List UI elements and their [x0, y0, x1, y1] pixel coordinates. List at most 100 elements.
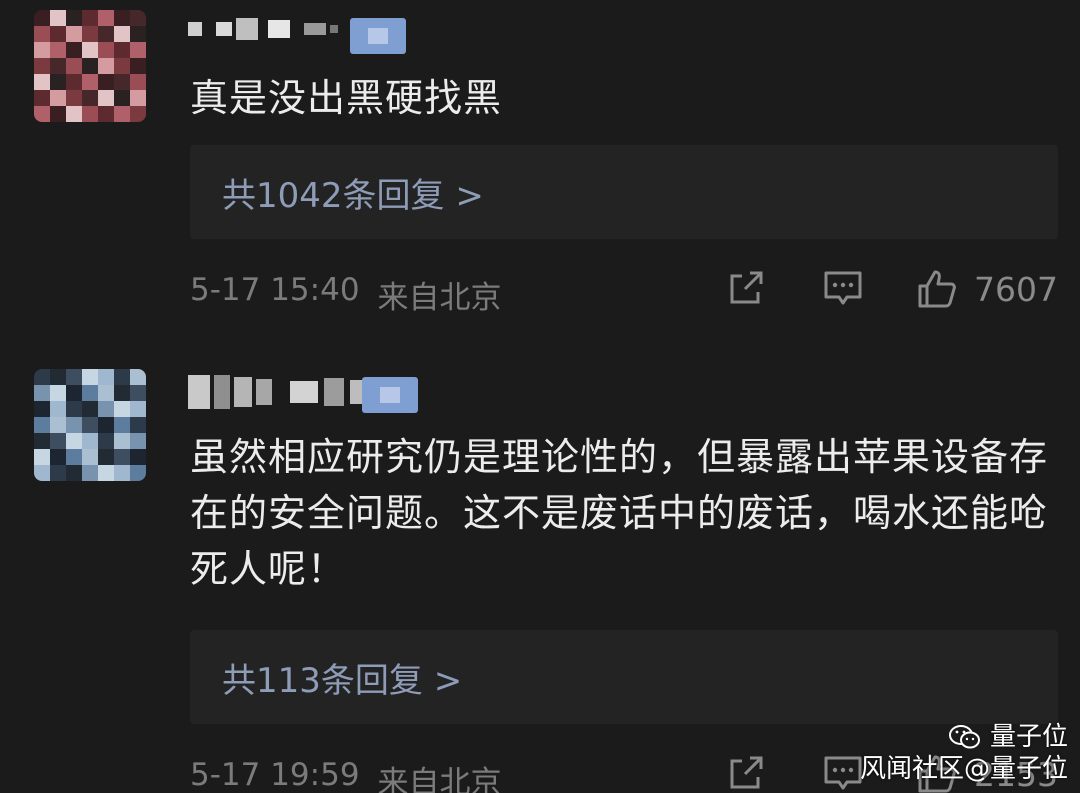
avatar-pixel [98, 385, 114, 401]
avatar-pixel [98, 465, 114, 481]
avatar-pixel [130, 74, 146, 90]
view-replies-button[interactable]: 共1042条回复 > [190, 145, 1058, 239]
watermark-account-row: 量子位 [860, 721, 1068, 753]
avatar-pixel [130, 385, 146, 401]
avatar-pixel [66, 369, 82, 385]
avatar-pixel [66, 449, 82, 465]
avatar-pixel [50, 385, 66, 401]
avatar-pixel [130, 401, 146, 417]
avatar-pixel [66, 417, 82, 433]
avatar-pixel [34, 90, 50, 106]
avatar-pixel [130, 10, 146, 26]
avatar-pixel [66, 401, 82, 417]
avatar-pixel [114, 42, 130, 58]
avatar-pixel [82, 385, 98, 401]
avatar-pixel [34, 74, 50, 90]
comment-icon [824, 271, 862, 305]
share-icon [730, 271, 763, 304]
avatar-pixel [50, 90, 66, 106]
avatar-pixel [114, 10, 130, 26]
avatar-pixel [66, 90, 82, 106]
avatar-pixel [50, 106, 66, 122]
avatar-pixel [114, 417, 130, 433]
avatar-pixel [66, 58, 82, 74]
avatar-pixel [98, 401, 114, 417]
user-badge [350, 18, 406, 54]
watermark: 量子位 风闻社区@量子位 [860, 721, 1068, 785]
avatar-pixel [130, 106, 146, 122]
avatar-pixel [114, 106, 130, 122]
avatar-pixel [34, 58, 50, 74]
avatar-pixel [50, 74, 66, 90]
avatar-pixel [82, 465, 98, 481]
comment-list: 真是没出黑硬找黑 共1042条回复 > 5-17 15:40 来自北京 7607… [0, 0, 1080, 793]
avatar-pixel [50, 10, 66, 26]
avatar-pixel [66, 26, 82, 42]
watermark-account: 量子位 [989, 722, 1068, 752]
avatar-pixel [130, 42, 146, 58]
avatar-pixel [98, 58, 114, 74]
avatar-pixel [130, 369, 146, 385]
avatar-pixel [50, 369, 66, 385]
wechat-icon [948, 725, 980, 749]
avatar-pixel [50, 417, 66, 433]
avatar-pixel [130, 58, 146, 74]
avatar-pixel [82, 10, 98, 26]
avatar-pixel [82, 401, 98, 417]
comment-button[interactable] [822, 268, 864, 308]
avatar-pixel [98, 10, 114, 26]
avatar-pixel [114, 74, 130, 90]
avatar-pixel [82, 449, 98, 465]
comment-text: 真是没出黑硬找黑 [190, 76, 503, 120]
avatar-pixel [82, 433, 98, 449]
avatar-pixel [34, 42, 50, 58]
avatar-pixel [34, 385, 50, 401]
like-button[interactable]: 7607 [916, 268, 1058, 310]
share-button[interactable] [726, 268, 766, 308]
avatar-pixel [82, 74, 98, 90]
avatar-pixel [114, 26, 130, 42]
avatar-pixel [34, 26, 50, 42]
comment-meta: 5-17 15:40 来自北京 [190, 272, 502, 317]
avatar-pixel [50, 465, 66, 481]
avatar-pixel [98, 90, 114, 106]
avatar-pixel [34, 449, 50, 465]
avatar-pixel [130, 433, 146, 449]
avatar-pixel [50, 26, 66, 42]
avatar-pixel [66, 74, 82, 90]
avatar-pixel [82, 90, 98, 106]
avatar-pixel [34, 106, 50, 122]
avatar-pixel [50, 58, 66, 74]
avatar-pixel [114, 401, 130, 417]
avatar-pixel [34, 417, 50, 433]
avatar-pixel [34, 433, 50, 449]
avatar-pixel [66, 106, 82, 122]
avatar-pixel [130, 417, 146, 433]
comment-location: 来自北京 [377, 280, 502, 316]
avatar-pixel [114, 385, 130, 401]
avatar-pixel [130, 449, 146, 465]
avatar-pixel [98, 449, 114, 465]
like-count: 7607 [974, 269, 1058, 309]
user-badge [362, 377, 418, 413]
watermark-source: 风闻社区@量子位 [859, 754, 1068, 784]
avatar[interactable] [34, 10, 146, 122]
avatar[interactable] [34, 369, 146, 481]
comment-button[interactable] [822, 753, 864, 793]
avatar-pixel [130, 90, 146, 106]
avatar-pixel [98, 26, 114, 42]
avatar-pixel [82, 42, 98, 58]
avatar-pixel [34, 369, 50, 385]
avatar-pixel [98, 74, 114, 90]
username-blurred[interactable] [188, 375, 374, 409]
avatar-pixel [114, 58, 130, 74]
avatar-pixel [130, 465, 146, 481]
share-button[interactable] [726, 753, 766, 793]
avatar-pixel [34, 401, 50, 417]
avatar-pixel [50, 433, 66, 449]
view-replies-button[interactable]: 共113条回复 > [190, 630, 1058, 724]
avatar-pixel [98, 42, 114, 58]
avatar-pixel [66, 10, 82, 26]
username-blurred[interactable] [188, 18, 338, 40]
comment-icon [824, 756, 862, 790]
